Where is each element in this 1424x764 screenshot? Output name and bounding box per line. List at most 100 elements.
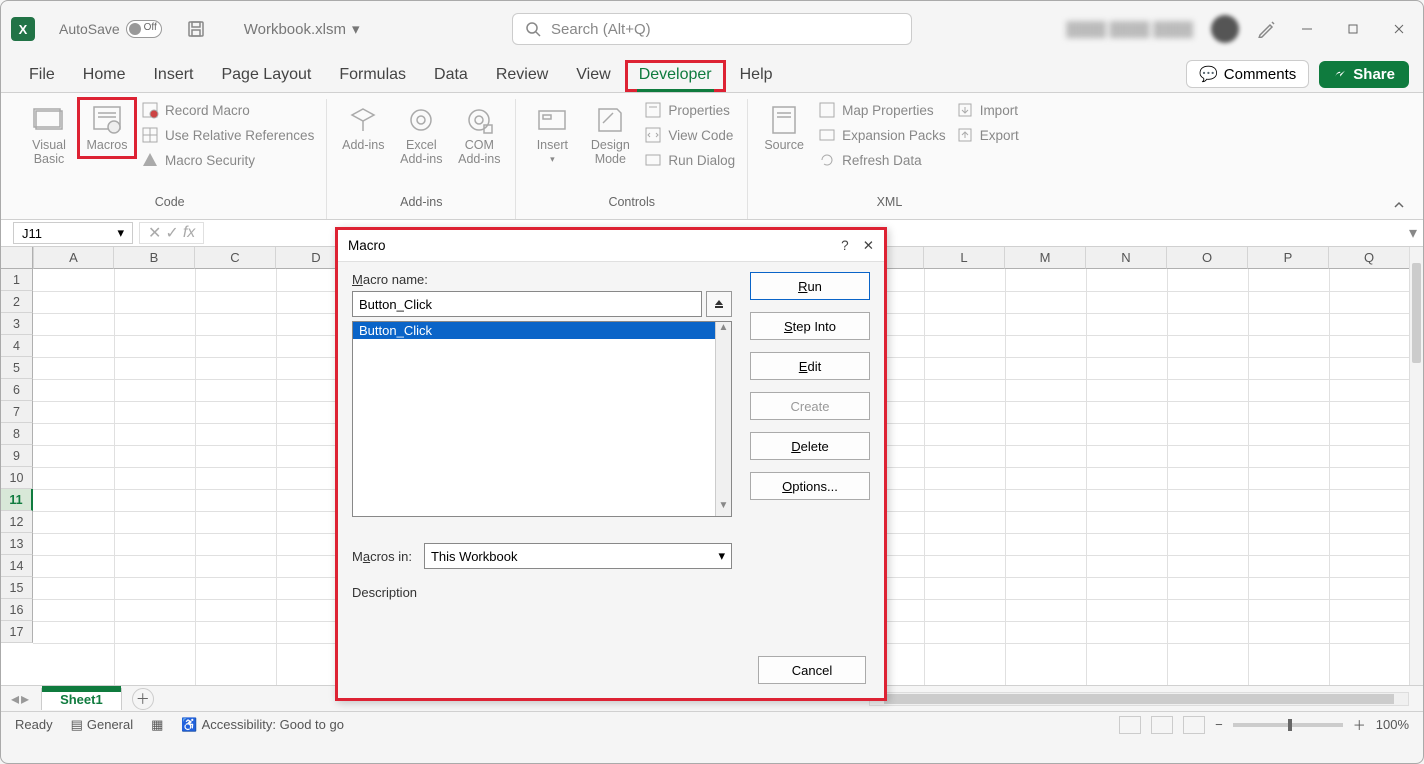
row-header[interactable]: 12	[1, 511, 33, 533]
map-properties-button[interactable]: Map Properties	[814, 99, 950, 121]
pen-icon[interactable]	[1257, 20, 1275, 38]
scroll-down-icon[interactable]: ▼	[716, 500, 731, 516]
tab-formulas[interactable]: Formulas	[325, 60, 420, 92]
row-header[interactable]: 8	[1, 423, 33, 445]
row-header[interactable]: 7	[1, 401, 33, 423]
column-header[interactable]: B	[114, 247, 195, 269]
search-input[interactable]: Search (Alt+Q)	[512, 13, 912, 45]
status-macro-icon[interactable]: ▦	[151, 717, 163, 733]
row-header[interactable]: 3	[1, 313, 33, 335]
run-dialog-button[interactable]: Run Dialog	[640, 149, 739, 171]
row-header[interactable]: 15	[1, 577, 33, 599]
use-relative-button[interactable]: Use Relative References	[137, 124, 318, 146]
close-button[interactable]	[1385, 15, 1413, 43]
step-into-button[interactable]: Step Into	[750, 312, 870, 340]
expansion-packs-button[interactable]: Expansion Packs	[814, 124, 950, 146]
macro-security-button[interactable]: Macro Security	[137, 149, 318, 171]
delete-button[interactable]: Delete	[750, 432, 870, 460]
chevron-right-icon[interactable]: ▸	[21, 689, 29, 709]
comments-button[interactable]: 💬 Comments	[1186, 60, 1309, 88]
row-header[interactable]: 4	[1, 335, 33, 357]
visual-basic-button[interactable]: Visual Basic	[21, 99, 77, 171]
row-header[interactable]: 5	[1, 357, 33, 379]
column-header[interactable]: L	[924, 247, 1005, 269]
sheet-tab-sheet1[interactable]: Sheet1	[41, 688, 122, 710]
row-header[interactable]: 2	[1, 291, 33, 313]
row-header[interactable]: 10	[1, 467, 33, 489]
status-accessibility[interactable]: ♿Accessibility: Good to go	[181, 717, 344, 733]
macro-list[interactable]: Button_Click ▲ ▼	[352, 321, 732, 517]
chevron-left-icon[interactable]: ◂	[11, 689, 19, 709]
zoom-slider[interactable]	[1233, 723, 1343, 727]
xml-export-button[interactable]: Export	[952, 124, 1023, 146]
column-header[interactable]: C	[195, 247, 276, 269]
name-box[interactable]: J11 ▾	[13, 222, 133, 244]
view-code-button[interactable]: View Code	[640, 124, 739, 146]
avatar[interactable]	[1211, 15, 1239, 43]
tab-page-layout[interactable]: Page Layout	[207, 60, 325, 92]
excel-addins-button[interactable]: Excel Add-ins	[393, 99, 449, 171]
xml-source-button[interactable]: Source	[756, 99, 812, 157]
row-header[interactable]: 11	[1, 489, 33, 511]
collapse-ribbon-button[interactable]	[1391, 197, 1407, 213]
macros-button[interactable]: Macros	[79, 99, 135, 157]
zoom-out-button[interactable]: −	[1215, 717, 1223, 732]
list-scrollbar[interactable]: ▲ ▼	[715, 322, 731, 516]
scroll-up-icon[interactable]: ▲	[716, 322, 731, 338]
row-header[interactable]: 1	[1, 269, 33, 291]
zoom-in-button[interactable]: ＋	[1353, 715, 1366, 734]
macro-name-input[interactable]	[352, 291, 702, 317]
addins-button[interactable]: Add-ins	[335, 99, 391, 157]
column-header[interactable]: P	[1248, 247, 1329, 269]
collapse-dialog-button[interactable]	[706, 291, 732, 317]
cancel-icon[interactable]: ✕	[148, 223, 161, 243]
maximize-button[interactable]	[1339, 15, 1367, 43]
column-header[interactable]: M	[1005, 247, 1086, 269]
tab-file[interactable]: File	[15, 60, 69, 92]
record-macro-button[interactable]: Record Macro	[137, 99, 318, 121]
dialog-titlebar[interactable]: Macro ? ✕	[338, 230, 884, 262]
scrollbar-thumb[interactable]	[884, 694, 1394, 704]
macro-list-item[interactable]: Button_Click	[353, 322, 731, 339]
row-header[interactable]: 16	[1, 599, 33, 621]
run-button[interactable]: Run	[750, 272, 870, 300]
row-header[interactable]: 13	[1, 533, 33, 555]
options-button[interactable]: Options...	[750, 472, 870, 500]
toggle-switch[interactable]: Off	[126, 20, 162, 38]
account-name[interactable]: ████ ████ ████	[1066, 21, 1193, 37]
tab-developer[interactable]: Developer	[625, 60, 726, 92]
save-icon[interactable]	[186, 19, 206, 39]
column-header[interactable]: A	[33, 247, 114, 269]
page-layout-view-button[interactable]	[1151, 716, 1173, 734]
sheet-nav[interactable]: ◂▸	[5, 689, 35, 709]
row-header[interactable]: 9	[1, 445, 33, 467]
xml-import-button[interactable]: Import	[952, 99, 1023, 121]
column-header[interactable]: O	[1167, 247, 1248, 269]
refresh-data-button[interactable]: Refresh Data	[814, 149, 950, 171]
horizontal-scrollbar[interactable]	[869, 692, 1409, 706]
tab-help[interactable]: Help	[726, 60, 787, 92]
tab-data[interactable]: Data	[420, 60, 482, 92]
tab-insert[interactable]: Insert	[139, 60, 207, 92]
page-break-view-button[interactable]	[1183, 716, 1205, 734]
vertical-scrollbar[interactable]	[1409, 247, 1423, 685]
edit-button[interactable]: Edit	[750, 352, 870, 380]
enter-icon[interactable]: ✓	[165, 223, 178, 243]
tab-home[interactable]: Home	[69, 60, 140, 92]
macros-in-select[interactable]: This Workbook ▾	[424, 543, 732, 569]
insert-control-button[interactable]: Insert▾	[524, 99, 580, 169]
row-header[interactable]: 17	[1, 621, 33, 643]
row-header[interactable]: 14	[1, 555, 33, 577]
tab-review[interactable]: Review	[482, 60, 562, 92]
add-sheet-button[interactable]: ＋	[132, 688, 154, 710]
normal-view-button[interactable]	[1119, 716, 1141, 734]
minimize-button[interactable]	[1293, 15, 1321, 43]
column-header[interactable]: Q	[1329, 247, 1410, 269]
fx-icon[interactable]: fx	[183, 224, 195, 242]
autosave-toggle[interactable]: AutoSave Off	[59, 20, 162, 38]
tab-view[interactable]: View	[562, 60, 624, 92]
row-header[interactable]: 6	[1, 379, 33, 401]
properties-button[interactable]: Properties	[640, 99, 739, 121]
scrollbar-thumb[interactable]	[1412, 263, 1421, 363]
workbook-name[interactable]: Workbook.xlsm ▾	[244, 20, 360, 38]
